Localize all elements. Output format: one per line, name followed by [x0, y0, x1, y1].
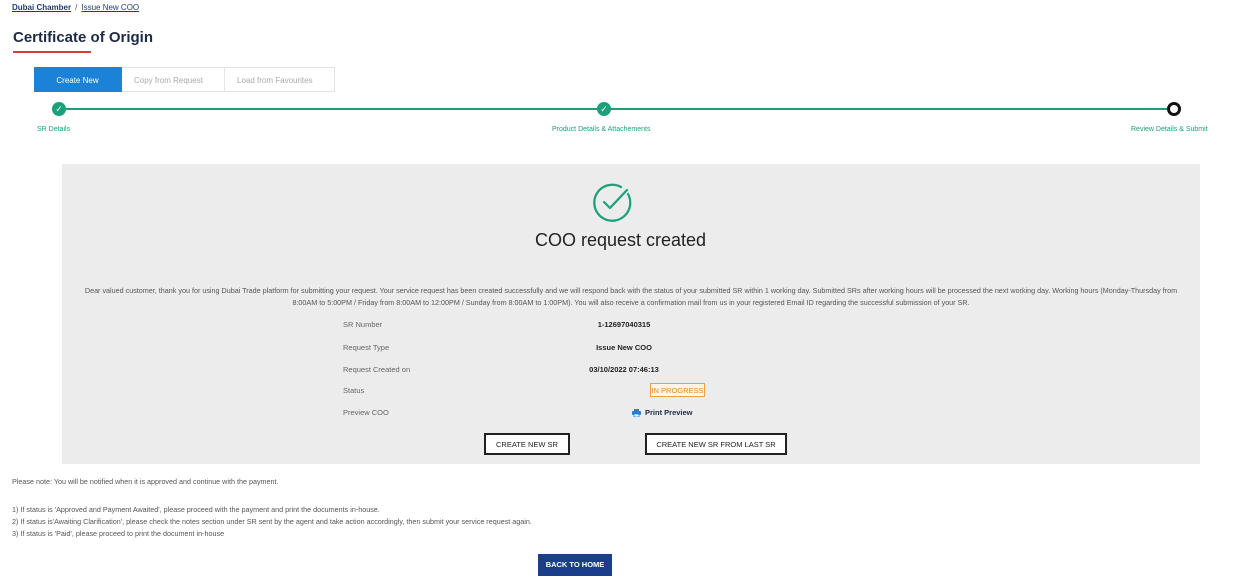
result-message: Dear valued customer, thank you for usin… — [84, 286, 1178, 307]
check-circle-icon — [593, 183, 632, 222]
step-review-current-icon — [1167, 102, 1181, 116]
sr-number-value: 1-12697040315 — [597, 320, 651, 329]
tab-create-new[interactable]: Create New — [34, 67, 122, 92]
note-item: 2) If status is'Awaiting Clarification',… — [12, 517, 532, 526]
back-to-home-button[interactable]: BACK TO HOME — [538, 554, 612, 576]
request-type-label: Request Type — [343, 343, 390, 352]
create-new-sr-from-last-button[interactable]: CREATE NEW SR FROM LAST SR — [645, 433, 787, 455]
page-title: Certificate of Origin — [13, 29, 154, 46]
tab-bar: Create New Copy from Request Load from F… — [34, 67, 335, 92]
step-label-sr-details: SR Details — [37, 126, 71, 133]
created-on-value: 03/10/2022 07:46:13 — [589, 365, 659, 374]
breadcrumb-link-dubai-chamber[interactable]: Dubai Chamber — [12, 3, 71, 12]
breadcrumb: Dubai Chamber / Issue New COO — [12, 3, 139, 12]
step-product-details-check-icon: ✓ — [597, 102, 611, 116]
preview-coo-label: Preview COO — [343, 408, 389, 417]
create-new-sr-button[interactable]: CREATE NEW SR — [484, 433, 570, 455]
stepper-line — [59, 108, 1175, 110]
note-item: 3) If status is 'Paid', please proceed t… — [12, 529, 225, 538]
breadcrumb-current[interactable]: Issue New COO — [81, 3, 139, 12]
step-label-review-submit: Review Details & Submit — [1131, 126, 1208, 133]
print-preview-link[interactable]: Print Preview — [632, 408, 693, 417]
step-sr-details-check-icon: ✓ — [52, 102, 66, 116]
status-badge: IN PROGRESS — [650, 383, 705, 397]
title-underline — [13, 51, 91, 53]
tab-load-from-favourites[interactable]: Load from Favourites — [225, 67, 335, 92]
payment-note: Please note: You will be notified when i… — [12, 477, 279, 486]
note-item: 1) If status is 'Approved and Payment Aw… — [12, 505, 380, 514]
created-on-label: Request Created on — [343, 365, 411, 374]
sr-number-label: SR Number — [343, 320, 383, 329]
request-type-value: Issue New COO — [596, 343, 652, 352]
step-label-product-details: Product Details & Attachements — [552, 126, 651, 133]
print-preview-label: Print Preview — [645, 408, 693, 417]
result-title: COO request created — [534, 230, 707, 250]
status-label: Status — [343, 386, 365, 395]
tab-copy-from-request[interactable]: Copy from Request — [122, 67, 225, 92]
breadcrumb-separator: / — [75, 3, 78, 12]
printer-icon — [632, 408, 641, 417]
